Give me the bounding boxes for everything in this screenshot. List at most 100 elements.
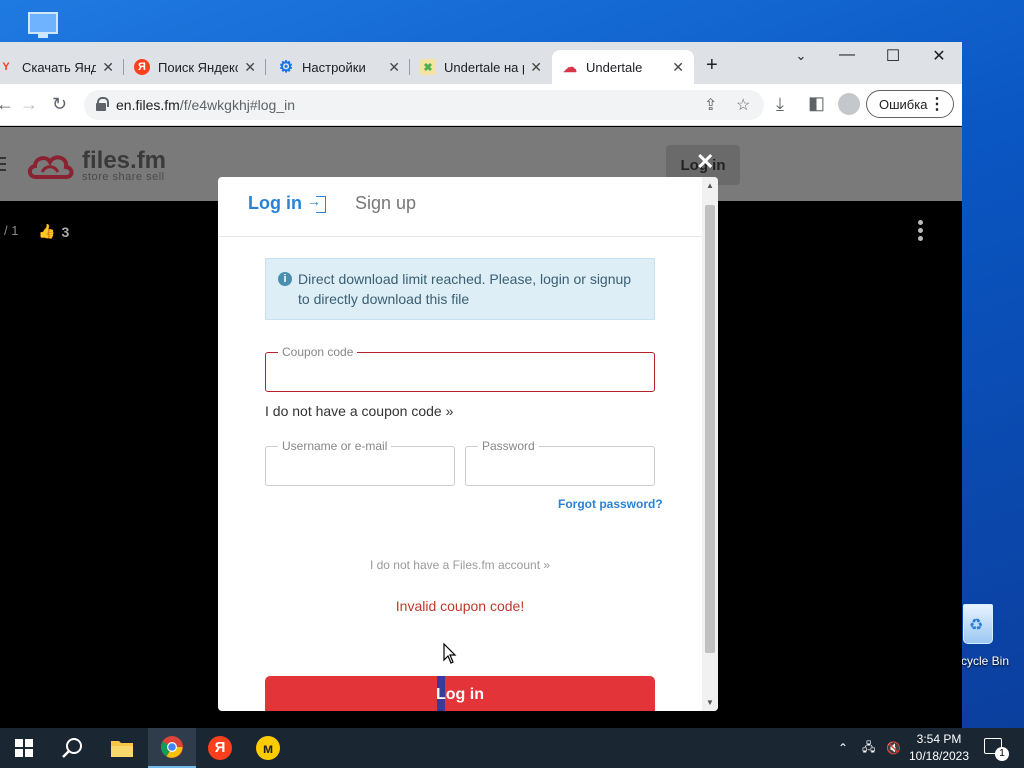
start-button[interactable]: [0, 728, 48, 768]
download-limit-alert: i Direct download limit reached. Please,…: [265, 258, 655, 320]
filesfm-icon: ☁: [563, 58, 577, 75]
show-hidden-icons[interactable]: ⌃: [838, 728, 848, 768]
yandex-icon: Я: [208, 736, 232, 760]
likes-count: 3: [61, 223, 70, 240]
yandex-search-icon: Я: [134, 59, 150, 75]
clock-date: 10/18/2023: [908, 749, 970, 763]
yandex-market-button[interactable]: м: [244, 728, 292, 768]
tab-yandex-download[interactable]: Y Скачать Яндекс ✕: [0, 50, 124, 84]
clock-time: 3:54 PM: [916, 732, 962, 746]
like-button[interactable]: 👍 3: [38, 223, 69, 240]
yandex-market-icon: м: [256, 736, 280, 760]
username-label: Username or e-mail: [278, 439, 392, 453]
yandex-y-icon: Y: [2, 61, 10, 73]
close-modal-icon[interactable]: ✕: [696, 149, 714, 175]
notification-count: 1: [995, 747, 1009, 761]
tab-title: Настройки: [302, 59, 366, 75]
browser-window: Y Скачать Яндекс ✕ Я Поиск Яндекс ✕ ⚙ На…: [0, 42, 962, 728]
password-field[interactable]: Password: [465, 439, 655, 486]
error-message: Invalid coupon code!: [395, 598, 525, 614]
logo-tagline: store share sell: [82, 171, 165, 183]
tab-strip: Y Скачать Яндекс ✕ Я Поиск Яндекс ✕ ⚙ На…: [0, 42, 962, 84]
no-coupon-link[interactable]: I do not have a coupon code »: [265, 403, 453, 419]
password-label: Password: [478, 439, 539, 453]
system-clock[interactable]: 3:54 PM 10/18/2023: [904, 731, 974, 765]
side-panel-icon[interactable]: ◧: [808, 93, 825, 114]
login-submit-button[interactable]: Log in: [265, 676, 655, 711]
coupon-code-field[interactable]: Coupon code: [265, 345, 655, 392]
close-window-icon[interactable]: ✕: [916, 46, 962, 66]
scrollbar-thumb[interactable]: [705, 205, 715, 653]
tab-settings[interactable]: ⚙ Настройки ✕: [268, 50, 410, 84]
tab-title: Поиск Яндекс: [158, 59, 239, 75]
maximize-icon[interactable]: ☐: [870, 46, 916, 66]
tab-yandex-search[interactable]: Я Поиск Яндекс ✕: [124, 50, 266, 84]
scroll-down-icon[interactable]: ▼: [706, 698, 714, 707]
close-tab-icon[interactable]: ✕: [96, 59, 114, 76]
chrome-taskbar-button[interactable]: [148, 728, 196, 768]
menu-kebab-icon[interactable]: ⋮: [929, 94, 945, 114]
share-icon[interactable]: ⇪: [704, 95, 717, 115]
gear-icon: ⚙: [278, 59, 294, 76]
back-icon[interactable]: ←: [0, 94, 14, 115]
notification-center-icon[interactable]: 1: [984, 738, 1009, 761]
web-page: files.fm store share sell Log in ✕ / 1 👍…: [0, 127, 962, 728]
profile-error-button[interactable]: Ошибка ⋮: [866, 90, 954, 118]
login-modal: Log in Sign up i Direct download limit r…: [218, 177, 718, 711]
close-tab-icon[interactable]: ✕: [666, 59, 684, 76]
browser-toolbar: ← → ↻ en.files.fm/f/e4wkgkhj#log_in ⇪ ☆ …: [0, 84, 962, 126]
close-tab-icon[interactable]: ✕: [524, 59, 542, 76]
tab-title: Undertale: [586, 59, 643, 75]
volume-muted-icon[interactable]: 🔇: [886, 728, 901, 768]
reload-icon[interactable]: ↻: [52, 94, 67, 115]
tab-log-in-label: Log in: [248, 193, 302, 213]
hamburger-menu-icon[interactable]: [0, 157, 6, 171]
close-tab-icon[interactable]: ✕: [238, 59, 256, 76]
username-field[interactable]: Username or e-mail: [265, 439, 455, 486]
search-button[interactable]: [48, 728, 96, 768]
info-icon: i: [278, 272, 292, 286]
coupon-code-label: Coupon code: [278, 345, 358, 359]
bookmark-star-icon[interactable]: ☆: [736, 95, 750, 115]
recycle-bin-label: cycle Bin: [961, 654, 1010, 668]
no-account-link[interactable]: I do not have a Files.fm account »: [218, 558, 702, 572]
more-options-icon[interactable]: [918, 220, 924, 244]
enter-icon: [307, 193, 326, 213]
tab-sign-up[interactable]: Sign up: [355, 193, 416, 214]
profile-avatar-icon[interactable]: [838, 93, 860, 115]
taskbar: Я м ⌃ 🖧 🔇 3:54 PM 10/18/2023 1: [0, 728, 1024, 768]
folder-icon: [111, 741, 133, 757]
page-counter: / 1: [4, 223, 19, 238]
network-icon[interactable]: 🖧: [862, 728, 875, 768]
yandex-browser-button[interactable]: Я: [196, 728, 244, 768]
download-icon[interactable]: ⤓: [776, 94, 784, 115]
windows-logo-icon: [15, 739, 33, 757]
tab-title: Undertale на р: [444, 59, 525, 75]
profile-error-label: Ошибка: [879, 96, 928, 112]
tab-undertale-ru[interactable]: ✖ Undertale на р ✕: [410, 50, 552, 84]
forward-icon[interactable]: →: [20, 94, 38, 115]
search-icon: [62, 738, 82, 758]
filesfm-cloud-icon: [27, 155, 74, 180]
recycle-bin-shortcut[interactable]: cycle Bin: [955, 602, 1024, 672]
address-bar[interactable]: en.files.fm/f/e4wkgkhj#log_in ⇪ ☆: [84, 90, 764, 120]
file-explorer-button[interactable]: [98, 728, 146, 768]
new-tab-button[interactable]: +: [706, 54, 718, 77]
scroll-up-icon[interactable]: ▲: [706, 181, 714, 190]
modal-scrollbar[interactable]: ▲ ▼: [702, 177, 718, 711]
thumbs-up-icon: 👍: [38, 223, 56, 239]
tab-undertale[interactable]: ☁ Undertale ✕: [552, 50, 694, 84]
undertale-icon: ✖: [420, 59, 436, 75]
lock-icon[interactable]: [96, 97, 109, 111]
this-pc-icon[interactable]: [26, 10, 62, 40]
tab-search-icon[interactable]: ⌄: [778, 48, 824, 64]
url-text: en.files.fm/f/e4wkgkhj#log_in: [116, 97, 295, 113]
close-tab-icon[interactable]: ✕: [382, 59, 400, 76]
filesfm-logo[interactable]: files.fm store share sell: [26, 147, 176, 189]
recycle-bin-icon: [963, 604, 993, 644]
tab-log-in[interactable]: Log in: [248, 193, 326, 214]
login-button-label: Log in: [436, 686, 484, 703]
minimize-icon[interactable]: —: [824, 46, 870, 64]
forgot-password-link[interactable]: Forgot password?: [558, 497, 663, 511]
tab-title: Скачать Яндекс: [22, 59, 97, 75]
